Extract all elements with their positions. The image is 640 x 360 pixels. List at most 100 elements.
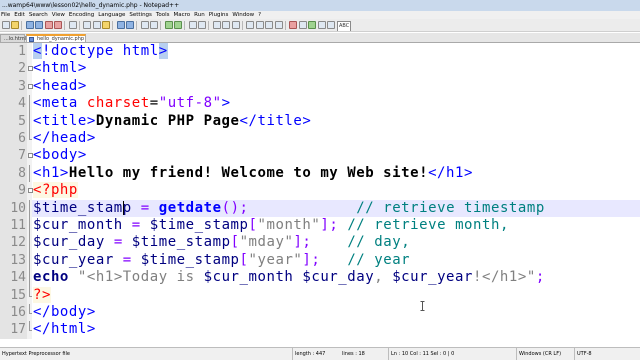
tab-label: ...lo.html	[4, 36, 27, 42]
code-token: <meta	[33, 95, 87, 112]
code-line[interactable]: 2 <html>	[0, 60, 640, 78]
code-line[interactable]: 17 </html>	[0, 321, 640, 339]
menu-tools[interactable]: Tools	[156, 11, 170, 19]
code-line[interactable]: 1 <!doctype html>	[0, 43, 640, 61]
line-number: 11	[0, 217, 27, 235]
code-text: $time_stamp = getdate(); // retrieve tim…	[33, 200, 545, 217]
save-icon[interactable]	[25, 21, 34, 29]
status-position: Ln : 10 Col : 11 Sel : 0 | 0	[388, 348, 516, 360]
stop-macro-icon[interactable]	[298, 21, 307, 29]
code-line[interactable]: 14 echo "<h1>Today is $cur_month $cur_day…	[0, 269, 640, 287]
code-text: <!doctype html>	[33, 43, 168, 60]
play-macro-icon[interactable]	[308, 21, 316, 29]
close-all-icon[interactable]	[54, 21, 62, 29]
find-icon[interactable]	[140, 21, 149, 29]
save-all-icon[interactable]	[35, 21, 43, 29]
code-line[interactable]: 6 </head>	[0, 130, 640, 148]
code-line[interactable]: 5 <title>Dynamic PHP Page</title>	[0, 112, 640, 131]
code-text: </body>	[33, 304, 96, 321]
code-token: <title>	[33, 112, 96, 129]
open-file-icon[interactable]	[11, 21, 19, 29]
fold-marker-icon[interactable]	[27, 147, 33, 165]
code-line[interactable]: 10 $time_stamp = getdate(); // retrieve t…	[0, 199, 640, 218]
code-token: =	[149, 95, 159, 112]
run-macro-icon[interactable]	[317, 21, 326, 29]
code-line[interactable]: 15 ?>	[0, 286, 640, 304]
code-token: echo	[33, 269, 69, 286]
menu-macro[interactable]: Macro	[173, 11, 190, 19]
code-token: ?>	[33, 286, 51, 303]
menu-settings[interactable]: Settings	[129, 11, 152, 19]
replace-icon[interactable]	[150, 21, 158, 29]
menu-run[interactable]: Run	[194, 11, 205, 19]
code-line[interactable]: 3 <head>	[0, 77, 640, 96]
paste-icon[interactable]	[102, 21, 110, 29]
code-token: "utf-8"	[158, 95, 222, 112]
menu-encoding[interactable]: Encoding	[69, 11, 94, 19]
undo-icon[interactable]	[116, 21, 125, 29]
tab-hello-html[interactable]: ...lo.html	[0, 34, 27, 42]
menu-file[interactable]: File	[1, 11, 10, 19]
fold-marker-icon[interactable]	[27, 60, 33, 78]
code-token: ();	[221, 199, 249, 216]
code-token: $time_stamp	[131, 234, 231, 251]
code-token: $time_stamp	[149, 217, 249, 233]
spellcheck-button[interactable]: ABC	[337, 21, 352, 31]
status-eol[interactable]: Windows (CR LF)	[516, 348, 574, 360]
fold-marker-icon[interactable]	[27, 77, 33, 96]
save-macro-icon[interactable]	[327, 21, 335, 29]
zoom-in-icon[interactable]	[164, 21, 173, 29]
code-line[interactable]: 4 <meta charset="utf-8">	[0, 95, 640, 113]
code-token: Hello my friend! Welcome to my Web site!	[68, 164, 429, 181]
toolbar-separator	[21, 21, 22, 30]
status-encoding[interactable]: UTF-8	[574, 348, 640, 360]
code-token: =	[122, 251, 132, 268]
code-line[interactable]: 7 <body>	[0, 147, 640, 165]
code-token: </title>	[239, 112, 312, 129]
code-text: $cur_month = $time_stamp["month"]; // re…	[33, 217, 509, 234]
close-icon[interactable]	[44, 21, 53, 29]
zoom-out-icon[interactable]	[174, 21, 182, 29]
tab-hello-dynamic-php[interactable]: hello_dynamic.php	[26, 34, 86, 42]
indent-guide-icon[interactable]	[231, 21, 240, 29]
menu-search[interactable]: Search	[29, 11, 48, 19]
code-token: <head>	[33, 77, 87, 94]
code-line[interactable]: 13 $cur_year = $time_stamp["year"]; // ye…	[0, 251, 640, 270]
monitoring-icon[interactable]	[274, 21, 283, 29]
code-editor[interactable]: 1 <!doctype html> 2 <html> 3 <head> 4 <meta cha…	[0, 43, 640, 347]
code-text: <h1>Hello my friend! Welcome to my Web s…	[33, 165, 473, 182]
code-token: ,	[374, 269, 393, 286]
new-file-icon[interactable]	[1, 21, 10, 29]
code-line[interactable]: 16 </body>	[0, 304, 640, 322]
print-icon[interactable]	[68, 21, 77, 29]
line-number: 9	[0, 182, 27, 200]
doc-map-icon[interactable]	[246, 21, 254, 29]
menu-help[interactable]: ?	[258, 11, 261, 19]
sync-vertical-icon[interactable]	[188, 21, 197, 29]
copy-icon[interactable]	[92, 21, 101, 29]
fold-marker-icon[interactable]	[27, 182, 33, 200]
sync-horizontal-icon[interactable]	[198, 21, 206, 29]
menu-language[interactable]: Language	[98, 11, 125, 19]
menu-edit[interactable]: Edit	[14, 11, 25, 19]
cut-icon[interactable]	[83, 21, 91, 29]
code-line[interactable]: 9 <?php	[0, 182, 640, 200]
folder-workspace-icon[interactable]	[265, 21, 273, 29]
word-wrap-icon[interactable]	[212, 21, 221, 29]
menu-plugins[interactable]: Plugins	[209, 11, 229, 19]
code-token: ];	[302, 251, 321, 268]
code-token: </head>	[33, 130, 96, 146]
menu-window[interactable]: Window	[232, 11, 254, 19]
code-line[interactable]: 11 $cur_month = $time_stamp["month"]; // …	[0, 217, 640, 235]
record-macro-icon[interactable]	[289, 21, 297, 29]
code-line[interactable]: 8 <h1>Hello my friend! Welcome to my Web …	[0, 164, 640, 183]
code-token: $cur_year	[33, 251, 114, 268]
show-all-chars-icon[interactable]	[222, 21, 230, 29]
redo-icon[interactable]	[126, 21, 134, 29]
line-number: 7	[0, 147, 27, 165]
function-list-icon[interactable]	[255, 21, 264, 29]
code-line[interactable]: 12 $cur_day = $time_stamp["mday"]; // day…	[0, 234, 640, 253]
menu-view[interactable]: View	[52, 11, 65, 19]
